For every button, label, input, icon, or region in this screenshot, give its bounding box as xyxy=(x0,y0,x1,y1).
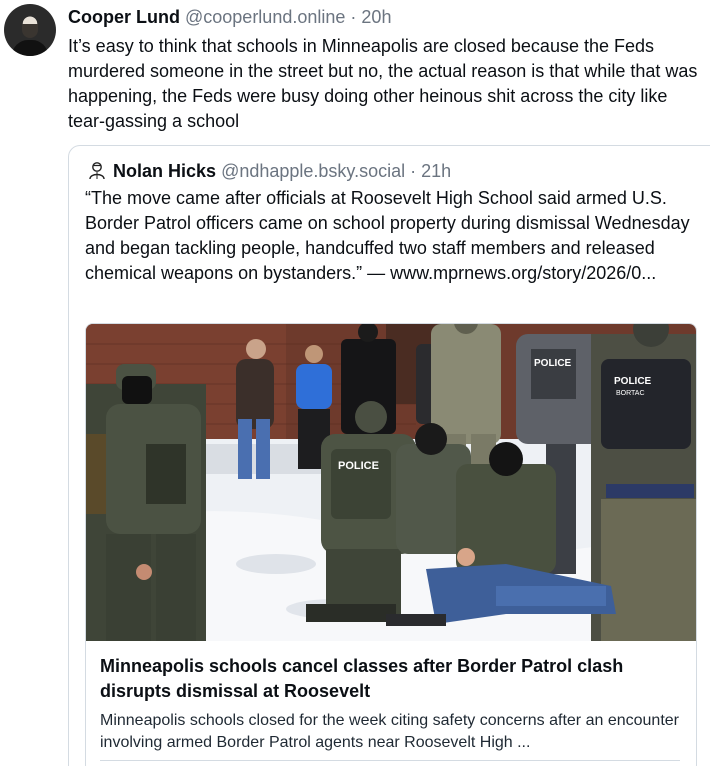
vest-label-left: POLICE xyxy=(338,460,379,472)
quoted-post-timestamp[interactable]: 21h xyxy=(421,161,451,181)
vest-label-right: POLICE xyxy=(614,376,652,387)
post[interactable]: Cooper Lund @cooperlund.online · 20h It’… xyxy=(0,0,710,766)
quoted-post[interactable]: Nolan Hicks @ndhapple.bsky.social · 21h … xyxy=(68,145,710,766)
quoted-author-handle[interactable]: @ndhapple.bsky.social xyxy=(221,161,405,181)
quoted-post-header: Nolan Hicks @ndhapple.bsky.social · 21h xyxy=(113,159,451,183)
post-timestamp[interactable]: 20h xyxy=(361,7,391,27)
link-card-description: Minneapolis schools closed for the week … xyxy=(100,712,679,751)
post-header: Cooper Lund @cooperlund.online · 20h xyxy=(68,4,391,30)
quoted-post-text: “The move came after officials at Roosev… xyxy=(85,188,690,283)
author-handle[interactable]: @cooperlund.online xyxy=(185,7,345,27)
author-avatar[interactable] xyxy=(4,4,56,56)
separator-dot: · xyxy=(410,161,417,181)
vest-label-top: POLICE xyxy=(534,358,572,369)
vest-label-right-sub: BORTAC xyxy=(616,390,645,397)
post-text: It’s easy to think that schools in Minne… xyxy=(68,36,698,131)
link-card-title[interactable]: Minneapolis schools cancel classes after… xyxy=(100,654,680,704)
separator-dot: · xyxy=(350,7,357,27)
quoted-author-avatar[interactable] xyxy=(87,160,107,180)
link-card-image[interactable]: POLICE POLICE BORTAC POLICE xyxy=(86,324,697,641)
link-card[interactable]: POLICE POLICE BORTAC POLICE Minneapolis … xyxy=(85,323,697,766)
quoted-author-display-name[interactable]: Nolan Hicks xyxy=(113,161,216,181)
link-card-divider xyxy=(100,760,680,761)
author-display-name[interactable]: Cooper Lund xyxy=(68,7,180,27)
